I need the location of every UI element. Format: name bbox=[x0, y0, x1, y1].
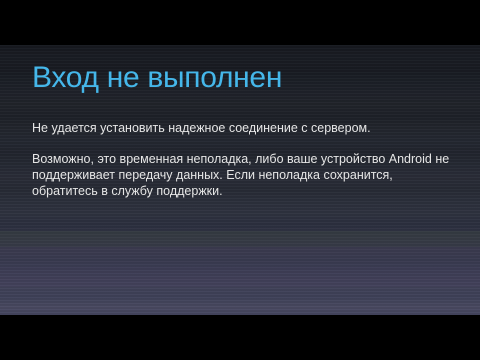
error-details: Возможно, это временная неполадка, либо … bbox=[32, 152, 450, 198]
color-band bbox=[0, 247, 480, 287]
error-title: Вход не выполнен bbox=[32, 61, 283, 94]
video-frame: Вход не выполнен Не удается установить н… bbox=[0, 0, 480, 360]
error-message: Не удается установить надежное соединени… bbox=[32, 121, 371, 135]
color-band bbox=[0, 231, 480, 247]
error-screen: Вход не выполнен Не удается установить н… bbox=[0, 45, 480, 315]
